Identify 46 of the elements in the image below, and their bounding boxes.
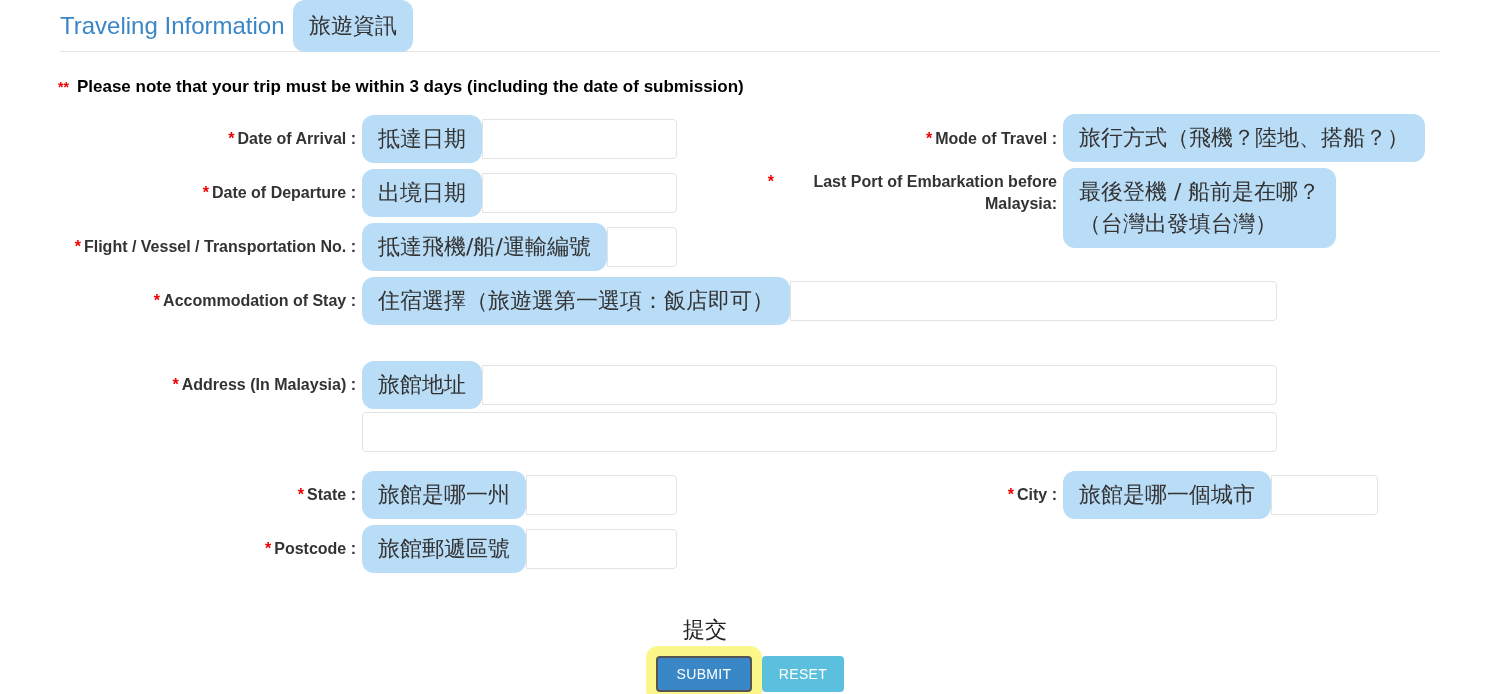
annotation-text: 抵達日期 xyxy=(378,125,466,153)
input-field[interactable] xyxy=(1271,475,1378,515)
annotation-text: 最後登機 / 船前是在哪？ xyxy=(1079,178,1321,206)
annotation-text: 旅館是哪一個城市 xyxy=(1079,481,1255,509)
annotation-text: 旅行方式（飛機？陸地、搭船？） xyxy=(1079,124,1409,152)
field-label: City : xyxy=(1017,485,1057,505)
annotation-text: 住宿選擇（旅遊選第一選項：飯店即可） xyxy=(378,287,774,315)
annotation-text: 出境日期 xyxy=(378,179,466,207)
required-mark: * xyxy=(264,539,272,559)
field-label: State : xyxy=(307,485,356,505)
annotation-text: 旅館地址 xyxy=(378,371,466,399)
notice-text: Please note that your trip must be within 3 days (including the date of submission) xyxy=(76,76,744,99)
input-field[interactable] xyxy=(790,281,1277,321)
field-label: Last Port of Embarkation before Malaysia: xyxy=(812,172,1057,214)
section-title: Traveling Information xyxy=(60,10,285,41)
field-label: Flight / Vessel / Transportation No. : xyxy=(83,237,356,257)
required-mark: * xyxy=(74,237,81,257)
annotation-text: 旅館是哪一州 xyxy=(378,481,510,509)
field-label: Mode of Travel : xyxy=(935,129,1057,149)
required-mark: * xyxy=(202,183,209,203)
annotation-text: 提交 xyxy=(683,616,727,644)
required-mark: * xyxy=(153,291,161,311)
input-field[interactable] xyxy=(526,529,677,569)
field-label: Postcode : xyxy=(274,539,356,559)
field-label: Date of Arrival : xyxy=(237,129,356,149)
required-mark: * xyxy=(925,129,933,149)
reset-button[interactable]: RESET xyxy=(762,656,844,692)
annotation-bubble: 旅遊資訊 xyxy=(292,0,413,52)
required-mark: * xyxy=(767,172,774,192)
field-label: Address (In Malaysia) : xyxy=(181,375,356,395)
input-field[interactable] xyxy=(362,412,1277,452)
input-field[interactable] xyxy=(606,227,677,267)
required-mark: * xyxy=(297,485,305,505)
annotation-text: 旅館郵遞區號 xyxy=(378,535,510,563)
input-field[interactable] xyxy=(482,173,677,213)
required-mark: * xyxy=(1007,485,1014,505)
required-mark: * xyxy=(172,375,179,395)
field-label: Date of Departure : xyxy=(211,183,356,203)
required-mark: * xyxy=(228,129,235,149)
annotation-text: （台灣出發填台灣） xyxy=(1079,210,1278,238)
annotation-text: 抵達飛機/船/運輸編號 xyxy=(378,233,591,261)
input-field[interactable] xyxy=(482,365,1277,405)
input-field[interactable] xyxy=(526,475,677,515)
input-field[interactable] xyxy=(482,119,677,159)
field-label: Accommodation of Stay : xyxy=(163,291,356,311)
note-mark: ** xyxy=(58,77,69,97)
